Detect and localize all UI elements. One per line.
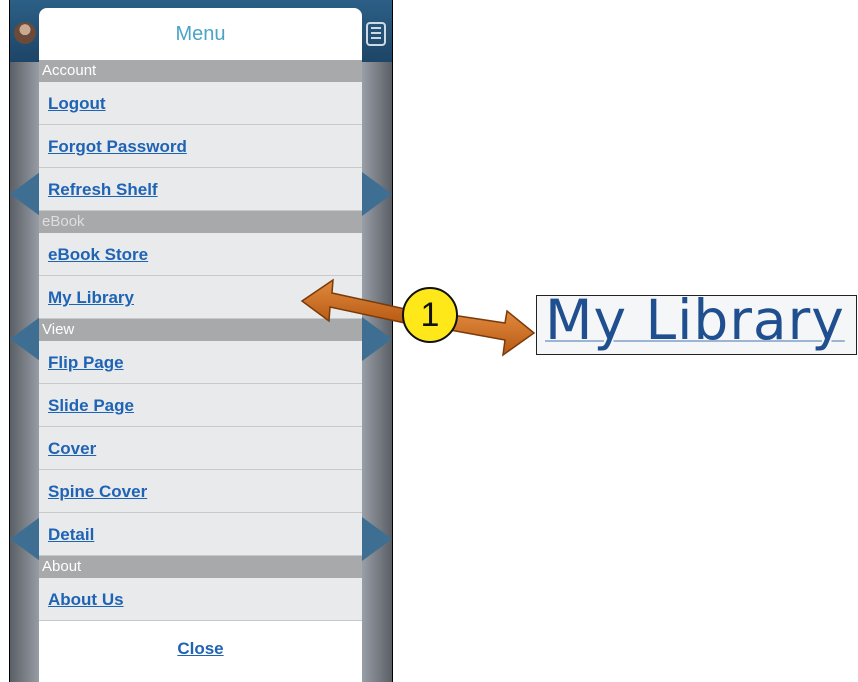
zoomed-my-library-text: My Library: [545, 295, 845, 352]
arrow-left-head: [300, 278, 412, 324]
step-number-badge: 1: [402, 287, 458, 343]
arrow-right-head: [449, 309, 536, 357]
zoomed-label-callout: My Library: [536, 295, 857, 355]
